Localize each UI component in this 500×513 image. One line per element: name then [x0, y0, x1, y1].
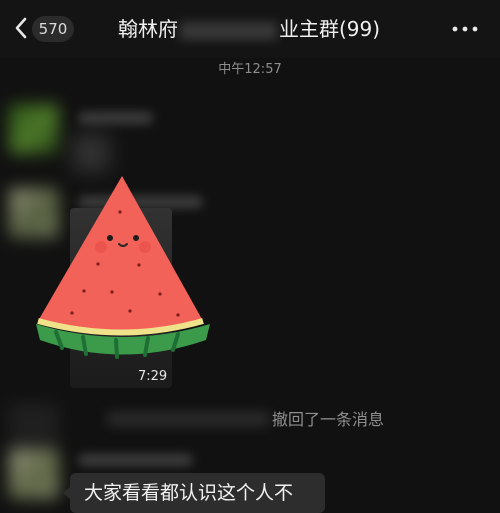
chat-title-prefix: 翰林府 — [118, 17, 178, 41]
title-redaction — [180, 21, 277, 40]
recall-notice: 撤回了一条消息 — [272, 410, 385, 429]
video-duration: 7:29 — [138, 369, 168, 384]
chat-header: 570 翰林府 业主群(99) — [0, 0, 500, 58]
message-bubble[interactable]: 大家看看都认识这个人不 — [70, 473, 325, 513]
avatar[interactable] — [9, 104, 59, 154]
message-timestamp: 中午12:57 — [218, 62, 282, 77]
recall-sender-redacted — [106, 412, 271, 426]
back-arrow-icon[interactable] — [12, 16, 30, 40]
sender-name-redacted — [78, 454, 193, 466]
avatar[interactable] — [9, 403, 59, 453]
watermelon-sticker-icon — [36, 176, 210, 359]
unread-count-badge[interactable]: 570 — [32, 16, 74, 42]
chat-title[interactable]: 翰林府 业主群(99) — [118, 14, 380, 44]
message-text: 大家看看都认识这个人不 — [84, 482, 294, 504]
message-redacted — [72, 134, 110, 172]
sender-name-redacted — [78, 112, 153, 124]
avatar[interactable] — [9, 449, 59, 499]
more-options-icon[interactable] — [450, 20, 480, 38]
chat-title-suffix: 业主群(99) — [279, 17, 381, 41]
